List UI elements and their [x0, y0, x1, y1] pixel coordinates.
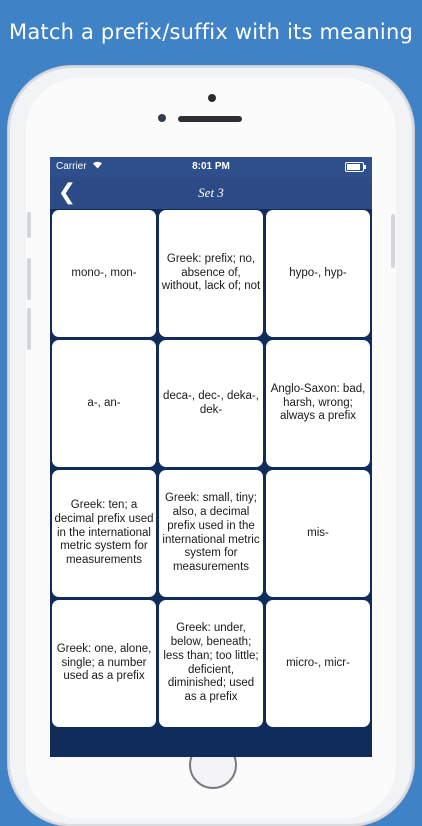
app-screen: Carrier 8:01 PM ❮ Set 3 mono-, mon- Gree…	[50, 157, 372, 757]
match-card[interactable]: hypo-, hyp-	[266, 210, 370, 337]
match-card[interactable]: Greek: small, tiny; also, a decimal pref…	[159, 470, 263, 597]
earpiece-speaker	[178, 116, 242, 122]
phone-volume-down-button	[27, 308, 31, 350]
navigation-bar: ❮ Set 3	[50, 177, 372, 209]
phone-volume-up-button	[27, 258, 31, 300]
front-camera-icon	[158, 114, 166, 122]
match-card[interactable]: Greek: prefix; no, absence of, without, …	[159, 210, 263, 337]
match-card[interactable]: Greek: under, below, beneath; less than;…	[159, 600, 263, 727]
match-card[interactable]: deca-, dec-, deka-, dek-	[159, 340, 263, 467]
nav-title: Set 3	[198, 185, 224, 200]
status-bar: Carrier 8:01 PM	[50, 157, 372, 177]
card-grid: mono-, mon- Greek: prefix; no, absence o…	[52, 210, 370, 727]
match-card[interactable]: Greek: ten; a decimal prefix used in the…	[52, 470, 156, 597]
match-card[interactable]: a-, an-	[52, 340, 156, 467]
match-card[interactable]: micro-, micr-	[266, 600, 370, 727]
battery-icon	[345, 162, 366, 172]
phone-power-button	[391, 214, 395, 268]
promo-headline: Match a prefix/suffix with its meaning	[9, 20, 413, 44]
match-card[interactable]: mis-	[266, 470, 370, 597]
status-time: 8:01 PM	[192, 161, 230, 172]
match-card[interactable]: Anglo-Saxon: bad, harsh, wrong; always a…	[266, 340, 370, 467]
phone-side-button-left	[27, 212, 31, 238]
match-card[interactable]: Greek: one, alone, single; a number used…	[52, 600, 156, 727]
match-card[interactable]: mono-, mon-	[52, 210, 156, 337]
camera-dot-icon	[208, 94, 216, 102]
